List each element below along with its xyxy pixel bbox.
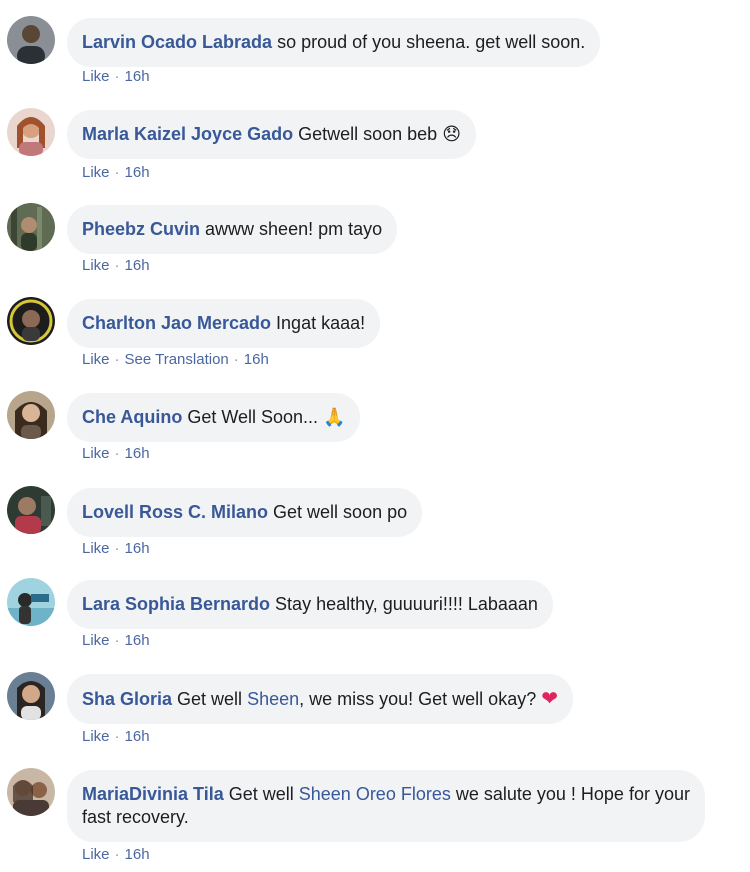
tagged-user-link[interactable]: Sheen Oreo Flores	[299, 784, 451, 804]
comment-actions: Like · 16h	[82, 540, 150, 557]
comment-text: so proud of you sheena. get well soon.	[272, 32, 586, 52]
comment-text: Stay healthy, guuuuri!!!! Labaaan	[270, 594, 538, 614]
like-link[interactable]: Like	[82, 728, 110, 745]
comment-bubble: Che Aquino Get Well Soon... 🙏	[67, 393, 361, 442]
comment-bubble: Marla Kaizel Joyce Gado Getwell soon beb…	[67, 110, 476, 159]
comment-actions: Like · 16h	[82, 164, 150, 181]
like-link[interactable]: Like	[82, 257, 110, 274]
comment-actions: Like · 16h	[82, 632, 150, 649]
avatar[interactable]	[7, 297, 55, 345]
avatar[interactable]	[7, 486, 55, 534]
like-link[interactable]: Like	[82, 632, 110, 649]
comment-timestamp[interactable]: 16h	[125, 257, 150, 274]
comment-text: Get well soon po	[268, 502, 408, 522]
avatar[interactable]	[7, 16, 55, 64]
comment-actions: Like · 16h	[82, 257, 150, 274]
comment-text: Get Well Soon...	[182, 407, 324, 427]
like-link[interactable]: Like	[82, 846, 110, 863]
comment-timestamp[interactable]: 16h	[244, 351, 269, 368]
comment-timestamp[interactable]: 16h	[125, 728, 150, 745]
comment-text: awww sheen! pm tayo	[200, 219, 383, 239]
tagged-user-link[interactable]: Sheen	[247, 689, 299, 709]
comment-text: Get well	[223, 784, 299, 804]
comment-timestamp[interactable]: 16h	[125, 540, 150, 557]
avatar[interactable]	[7, 108, 55, 156]
avatar[interactable]	[7, 578, 55, 626]
comment-actions: Like · 16h	[82, 68, 150, 85]
avatar[interactable]	[7, 391, 55, 439]
comment-author-link[interactable]: Che Aquino	[82, 407, 182, 427]
comment-bubble: MariaDivinia Tila Get well Sheen Oreo Fl…	[67, 770, 705, 842]
red-heart-icon: ❤	[541, 686, 558, 710]
comment-bubble: Pheebz Cuvin awww sheen! pm tayo	[67, 205, 398, 254]
like-link[interactable]: Like	[82, 164, 110, 181]
avatar[interactable]	[7, 203, 55, 251]
comment-bubble: Lovell Ross C. Milano Get well soon po	[67, 488, 423, 537]
like-link[interactable]: Like	[82, 540, 110, 557]
comment-text: Get well	[172, 689, 248, 709]
comment-bubble: Sha Gloria Get well Sheen, we miss you! …	[67, 674, 573, 724]
like-link[interactable]: Like	[82, 445, 110, 462]
comment-bubble: Charlton Jao Mercado Ingat kaaa!	[67, 299, 381, 348]
disappointed-face-icon: 😞	[442, 124, 461, 145]
comment-timestamp[interactable]: 16h	[125, 632, 150, 649]
comment-bubble: Larvin Ocado Labrada so proud of you she…	[67, 18, 601, 67]
comment-timestamp[interactable]: 16h	[125, 445, 150, 462]
comment-actions: Like · 16h	[82, 846, 150, 863]
like-link[interactable]: Like	[82, 68, 110, 85]
comment-author-link[interactable]: Charlton Jao Mercado	[82, 313, 271, 333]
comment-author-link[interactable]: MariaDivinia Tila	[82, 784, 224, 804]
comment-actions: Like · 16h	[82, 728, 150, 745]
avatar[interactable]	[7, 672, 55, 720]
comment-text: Getwell soon beb	[293, 124, 443, 144]
comment-author-link[interactable]: Marla Kaizel Joyce Gado	[82, 124, 293, 144]
avatar[interactable]	[7, 768, 55, 816]
comment-actions: Like · 16h	[82, 445, 150, 462]
comment-timestamp[interactable]: 16h	[125, 68, 150, 85]
comment-author-link[interactable]: Larvin Ocado Labrada	[82, 32, 272, 52]
comment-author-link[interactable]: Lara Sophia Bernardo	[82, 594, 270, 614]
folded-hands-icon: 🙏	[323, 407, 346, 428]
see-translation-link[interactable]: See Translation	[125, 351, 229, 368]
comment-timestamp[interactable]: 16h	[125, 846, 150, 863]
like-link[interactable]: Like	[82, 351, 110, 368]
comment-text: , we miss you! Get well okay?	[299, 689, 542, 709]
comment-text: Ingat kaaa!	[271, 313, 366, 333]
comment-actions: Like · See Translation · 16h	[82, 351, 269, 368]
comment-timestamp[interactable]: 16h	[125, 164, 150, 181]
comment-author-link[interactable]: Lovell Ross C. Milano	[82, 502, 268, 522]
comment-author-link[interactable]: Sha Gloria	[82, 689, 172, 709]
comment-author-link[interactable]: Pheebz Cuvin	[82, 219, 200, 239]
comment-bubble: Lara Sophia Bernardo Stay healthy, guuuu…	[67, 580, 553, 629]
